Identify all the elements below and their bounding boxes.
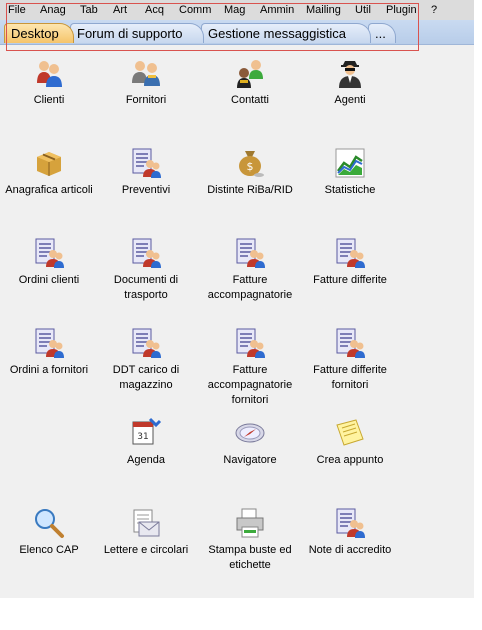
- shortcut-label: Lettere e circolari: [103, 544, 189, 556]
- agent-icon: [334, 57, 366, 89]
- menu-mailing[interactable]: Mailing: [306, 4, 341, 16]
- svg-text:$: $: [247, 160, 254, 173]
- shortcut-label: Fatture differite: [313, 274, 387, 286]
- desktop-shortcut-13[interactable]: DDT carico di magazzino: [98, 327, 194, 393]
- desktop-shortcut-8[interactable]: Ordini clienti: [1, 237, 97, 288]
- chart-icon: [334, 147, 366, 179]
- shortcut-label: Preventivi: [121, 184, 171, 196]
- desktop-shortcut-15[interactable]: Fatture differite fornitori: [302, 327, 398, 393]
- users-icon: [33, 57, 65, 89]
- note-icon: [334, 417, 366, 449]
- boxes-icon: [33, 147, 65, 179]
- shortcut-label: Fatture differite fornitori: [313, 364, 387, 391]
- menu-comm[interactable]: Comm: [179, 4, 211, 16]
- shortcut-label: DDT carico di magazzino: [112, 364, 180, 391]
- tab-more[interactable]: ...: [368, 23, 396, 43]
- contacts-icon: [234, 57, 266, 89]
- shortcut-label: Note di accredito: [308, 544, 392, 556]
- shortcut-label: Agenti: [334, 94, 366, 106]
- document-users-icon: [334, 237, 366, 269]
- desktop-shortcut-7[interactable]: Statistiche: [302, 147, 398, 198]
- menu-ammin[interactable]: Ammin: [260, 4, 294, 16]
- document-users-icon: [234, 327, 266, 359]
- desktop-shortcut-19[interactable]: Elenco CAP: [1, 507, 97, 558]
- shortcut-label: Contatti: [231, 94, 269, 106]
- document-users-icon: [334, 507, 366, 539]
- desktop-shortcut-14[interactable]: Fatture accompagnatorie fornitori: [202, 327, 298, 408]
- shortcut-label: Navigatore: [223, 454, 277, 466]
- money-bag-icon: $: [234, 147, 266, 179]
- printer-icon: [234, 507, 266, 539]
- calendar-icon: 31: [130, 417, 162, 449]
- desktop-shortcut-17[interactable]: Navigatore: [202, 417, 298, 468]
- document-users-icon: [130, 147, 162, 179]
- desktop-shortcut-0[interactable]: Clienti: [1, 57, 97, 108]
- desktop-shortcut-3[interactable]: Agenti: [302, 57, 398, 108]
- desktop-shortcut-5[interactable]: Preventivi: [98, 147, 194, 198]
- document-users-icon: [334, 327, 366, 359]
- desktop-shortcut-10[interactable]: Fatture accompagnatorie: [202, 237, 298, 303]
- shortcut-label: Crea appunto: [316, 454, 384, 466]
- document-users-icon: [33, 327, 65, 359]
- menu-tab[interactable]: Tab: [80, 4, 98, 16]
- shortcut-label: Clienti: [33, 94, 65, 106]
- desktop-shortcut-16[interactable]: 31 Agenda: [98, 417, 194, 468]
- document-users-icon: [130, 237, 162, 269]
- tab-forum-di-supporto[interactable]: Forum di supporto: [70, 23, 204, 43]
- suppliers-icon: [130, 57, 162, 89]
- desktop-shortcut-2[interactable]: Contatti: [202, 57, 298, 108]
- shortcut-label: Agenda: [127, 454, 165, 466]
- shortcut-label: Elenco CAP: [19, 544, 79, 556]
- shortcut-label: Anagrafica articoli: [5, 184, 93, 196]
- shortcut-label: Fatture accompagnatorie: [207, 274, 293, 301]
- document-users-icon: [130, 327, 162, 359]
- compass-icon: [234, 417, 266, 449]
- shortcut-label: Documenti di trasporto: [113, 274, 179, 301]
- app-window: File Anag Tab Art Acq Comm Mag Ammin Mai…: [0, 0, 474, 598]
- menu-bar: File Anag Tab Art Acq Comm Mag Ammin Mai…: [0, 0, 474, 20]
- desktop-shortcut-9[interactable]: Documenti di trasporto: [98, 237, 194, 303]
- desktop-shortcut-22[interactable]: Note di accredito: [302, 507, 398, 558]
- desktop-shortcut-12[interactable]: Ordini a fornitori: [1, 327, 97, 378]
- menu-file[interactable]: File: [8, 4, 26, 16]
- document-users-icon: [33, 237, 65, 269]
- menu-mag[interactable]: Mag: [224, 4, 245, 16]
- tab-desktop[interactable]: Desktop: [4, 23, 74, 43]
- desktop-shortcut-20[interactable]: Lettere e circolari: [98, 507, 194, 558]
- document-users-icon: [234, 237, 266, 269]
- menu-help[interactable]: ?: [431, 4, 437, 16]
- menu-art[interactable]: Art: [113, 4, 127, 16]
- desktop-shortcut-1[interactable]: Fornitori: [98, 57, 194, 108]
- desktop-shortcut-6[interactable]: $ Distinte RiBa/RID: [202, 147, 298, 198]
- shortcut-label: Stampa buste ed etichette: [208, 544, 292, 571]
- tab-gestione-messaggistica[interactable]: Gestione messaggistica: [201, 23, 371, 43]
- shortcut-label: Ordini clienti: [18, 274, 80, 286]
- menu-anag[interactable]: Anag: [40, 4, 66, 16]
- tab-bar: ... Gestione messaggistica Forum di supp…: [0, 20, 474, 45]
- shortcut-label: Fornitori: [125, 94, 167, 106]
- shortcut-label: Ordini a fornitori: [9, 364, 89, 376]
- desktop-shortcut-18[interactable]: Crea appunto: [302, 417, 398, 468]
- desktop-shortcut-4[interactable]: Anagrafica articoli: [1, 147, 97, 198]
- svg-text:31: 31: [137, 432, 148, 442]
- magnifier-icon: [33, 507, 65, 539]
- letter-icon: [130, 507, 162, 539]
- menu-util[interactable]: Util: [355, 4, 371, 16]
- menu-acq[interactable]: Acq: [145, 4, 164, 16]
- shortcut-label: Distinte RiBa/RID: [207, 184, 293, 196]
- shortcut-label: Statistiche: [324, 184, 376, 196]
- desktop-shortcut-11[interactable]: Fatture differite: [302, 237, 398, 288]
- menu-plugin[interactable]: Plugin: [386, 4, 417, 16]
- desktop-shortcut-21[interactable]: Stampa buste ed etichette: [202, 507, 298, 573]
- shortcut-label: Fatture accompagnatorie fornitori: [207, 364, 293, 406]
